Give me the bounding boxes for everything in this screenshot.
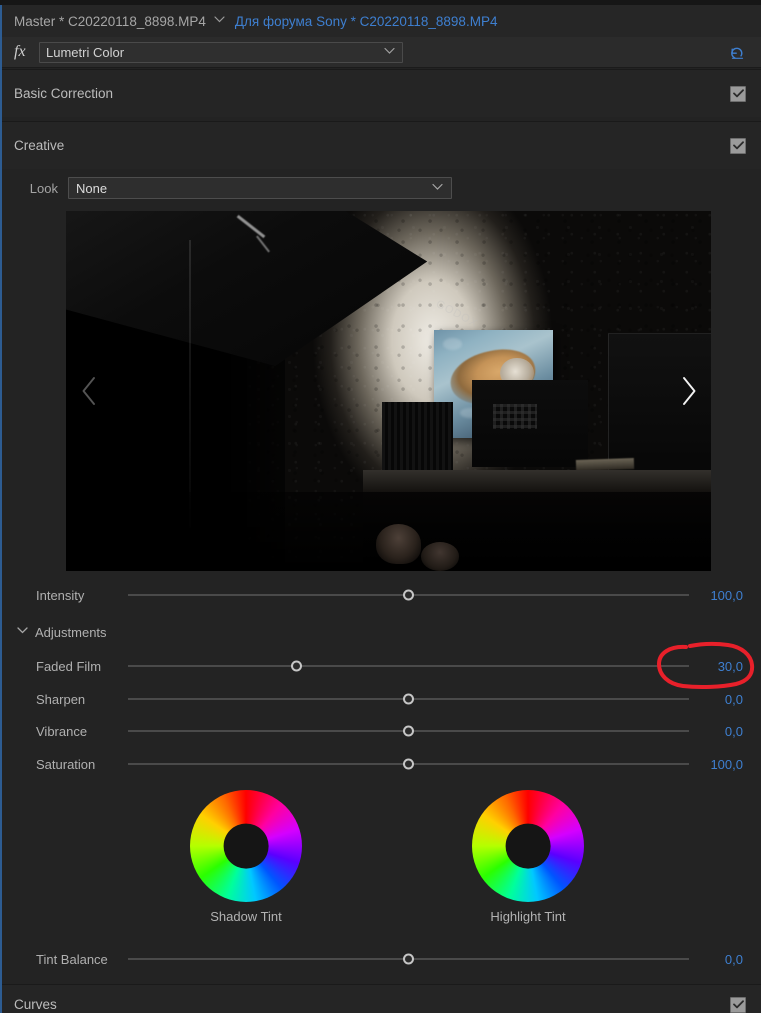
section-title: Curves [14, 997, 57, 1012]
scene-desk [362, 470, 711, 492]
tint-balance-label: Tint Balance [36, 951, 108, 967]
scene-monitor-mid [472, 380, 589, 467]
look-label: Look [29, 180, 58, 196]
tint-balance-value[interactable]: 0,0 [697, 952, 761, 967]
panel-left-accent [0, 5, 2, 1013]
highlight-tint-label: Highlight Tint [490, 909, 566, 924]
scene-light-stand [188, 239, 191, 528]
slider-thumb[interactable] [403, 758, 414, 770]
tint-color-wheels: Shadow Tint Highlight Tint [0, 790, 761, 935]
slider-thumb[interactable] [403, 589, 414, 601]
adjustments-disclosure[interactable]: Adjustments [0, 621, 761, 643]
vibrance-slider[interactable] [128, 719, 689, 743]
shadow-tint-label: Shadow Tint [210, 909, 282, 924]
effect-name-label: Lumetri Color [46, 44, 125, 60]
scene-foreground-object [420, 542, 460, 571]
chevron-down-icon [384, 47, 395, 58]
slider-thumb[interactable] [290, 660, 302, 672]
fx-icon: fx [14, 43, 26, 60]
chevron-left-icon[interactable] [74, 369, 104, 413]
section-title: Basic Correction [14, 86, 114, 101]
chevron-down-icon[interactable] [17, 627, 28, 637]
slider-row-intensity: Intensity 100,0 [0, 583, 761, 607]
basic-correction-checkbox[interactable] [730, 85, 746, 102]
section-curves[interactable]: Curves [0, 984, 761, 1013]
section-creative[interactable]: Creative [0, 121, 761, 169]
slider-row-faded-film: Faded Film 30,0 [0, 654, 761, 678]
intensity-label: Intensity [36, 587, 85, 603]
highlight-tint-group: Highlight Tint [468, 790, 588, 924]
sharpen-label: Sharpen [36, 691, 86, 707]
faded-film-slider[interactable] [128, 654, 689, 678]
lumetri-color-panel: Master * C20220118_8898.MP4 Для форума S… [0, 0, 761, 1013]
vibrance-label: Vibrance [36, 723, 88, 739]
slider-row-vibrance: Vibrance 0,0 [0, 719, 761, 743]
master-clip-bar: Master * C20220118_8898.MP4 Для форума S… [0, 5, 761, 37]
slider-track [128, 665, 689, 667]
curves-checkbox[interactable] [730, 996, 746, 1013]
chevron-right-icon[interactable] [673, 369, 703, 413]
intensity-slider[interactable] [128, 583, 689, 607]
scene-keyboard [493, 404, 538, 429]
intensity-value[interactable]: 100,0 [697, 588, 761, 603]
sharpen-slider[interactable] [128, 687, 689, 711]
vibrance-value[interactable]: 0,0 [697, 724, 761, 739]
look-value: None [76, 180, 108, 196]
section-basic-correction[interactable]: Basic Correction [0, 69, 761, 117]
faded-film-value[interactable]: 30,0 [697, 659, 761, 674]
scene-monitor-left [382, 401, 453, 471]
creative-checkbox[interactable] [730, 137, 746, 154]
slider-row-tint-balance: Tint Balance 0,0 [0, 947, 761, 971]
slider-thumb[interactable] [403, 693, 414, 705]
slider-row-saturation: Saturation 100,0 [0, 752, 761, 776]
adjustments-label: Adjustments [35, 624, 107, 640]
chevron-down-icon [432, 183, 443, 194]
faded-film-label: Faded Film [36, 658, 102, 674]
slider-thumb[interactable] [403, 725, 414, 737]
look-preview-thumbnail[interactable]: GODOX [66, 211, 711, 571]
master-clip-label[interactable]: Master * C20220118_8898.MP4 [14, 14, 206, 29]
preview-image: GODOX [66, 211, 711, 571]
saturation-value[interactable]: 100,0 [697, 757, 761, 772]
saturation-label: Saturation [36, 756, 96, 772]
look-dropdown[interactable]: None [68, 177, 452, 199]
reset-effect-button[interactable] [727, 42, 747, 62]
effect-name-dropdown[interactable]: Lumetri Color [39, 41, 403, 63]
highlight-tint-wheel[interactable] [472, 790, 584, 902]
shadow-tint-wheel[interactable] [190, 790, 302, 902]
tint-balance-slider[interactable] [128, 947, 689, 971]
slider-row-sharpen: Sharpen 0,0 [0, 687, 761, 711]
sharpen-value[interactable]: 0,0 [697, 692, 761, 707]
section-title: Creative [14, 138, 65, 153]
shadow-tint-group: Shadow Tint [186, 790, 306, 924]
scene-foreground-object [375, 524, 421, 564]
look-row: Look None [0, 175, 761, 201]
saturation-slider[interactable] [128, 752, 689, 776]
effect-bar: fx Lumetri Color [0, 37, 761, 68]
scene-painting-blotch [443, 338, 463, 351]
chevron-down-icon[interactable] [214, 16, 225, 26]
slider-thumb[interactable] [403, 953, 414, 965]
sequence-clip-label[interactable]: Для форума Sony * C20220118_8898.MP4 [235, 14, 498, 29]
